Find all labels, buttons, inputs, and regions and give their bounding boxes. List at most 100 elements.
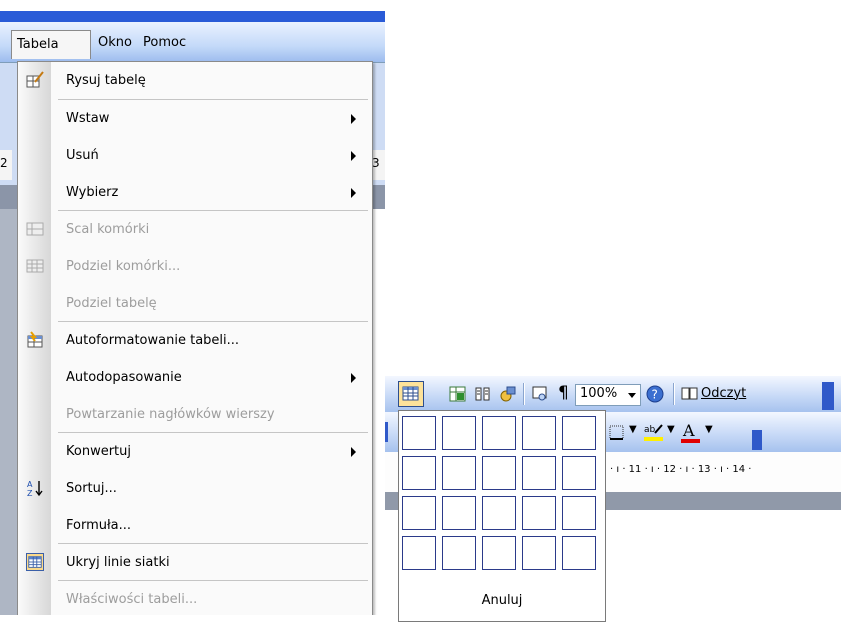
menu-pomoc[interactable]: Pomoc [138,31,191,55]
grid-cell[interactable] [562,496,596,530]
toolbar-options-icon[interactable] [752,430,762,450]
menu-item-label: Usuń [66,148,99,163]
font-color-icon[interactable]: A [680,420,702,444]
menu-bar: Tabela Okno Pomoc [0,22,385,63]
borders-icon[interactable] [607,423,627,443]
svg-text:ab: ab [644,425,656,435]
document-map-icon[interactable] [530,384,550,404]
split-cells-icon [26,259,44,273]
grid-cell[interactable] [402,536,436,570]
menu-item-scal-komorki[interactable]: Scal komórki [18,211,372,248]
menu-item-label: Formuła... [66,518,132,533]
submenu-arrow-icon [351,373,356,383]
menu-item-formula[interactable]: Formuła... [18,507,372,544]
submenu-arrow-icon [351,188,356,198]
read-layout-button[interactable]: Odczyt [701,386,746,401]
toolbar-options-icon[interactable] [822,382,834,410]
menu-item-label: Podziel komórki... [66,259,181,274]
ruler-number-right: 3 [372,156,380,170]
standard-toolbar: ¶ 100% ? Odczyt [385,376,841,413]
insert-table-icon [402,386,419,401]
menu-item-wybierz[interactable]: Wybierz [18,174,372,211]
read-layout-icon[interactable] [681,386,699,402]
svg-text:A: A [682,421,695,440]
ruler-ticks: · ı · 11 · ı · 12 · ı · 13 · ı · 14 · [610,464,752,475]
draw-table-icon [26,71,44,88]
menu-item-konwertuj[interactable]: Konwertuj [18,433,372,470]
menu-item-label: Wybierz [66,185,119,200]
cancel-button[interactable]: Anuluj [399,586,605,616]
grid-cell[interactable] [522,496,556,530]
menu-item-wstaw[interactable]: Wstaw [18,100,372,137]
toolbar-separator [523,383,525,405]
chevron-down-icon [628,393,636,398]
grid-cell[interactable] [522,536,556,570]
grid-cell[interactable] [482,496,516,530]
menu-item-label: Konwertuj [66,444,131,459]
window-left-edge [0,209,18,615]
svg-text:Z: Z [27,489,33,497]
menu-item-autodopasowanie[interactable]: Autodopasowanie [18,359,372,396]
grid-cell[interactable] [482,536,516,570]
word-window-fragment-left: 2 3 Tabela Okno Pomoc Rysuj tabelę Wstaw… [0,0,385,615]
toolbar-separator [673,383,675,405]
menu-item-label: Rysuj tabelę [66,73,146,88]
menu-item-wlasciwosci-tabeli[interactable]: Właściwości tabeli... [18,581,372,615]
menu-item-usun[interactable]: Usuń [18,137,372,174]
grid-cell[interactable] [522,456,556,490]
zoom-select[interactable]: 100% [575,384,641,406]
font-color-chevron-icon[interactable]: ▼ [705,424,713,435]
highlight-chevron-icon[interactable]: ▼ [667,424,675,435]
menu-item-podziel-tabele[interactable]: Podziel tabelę [18,285,372,322]
menu-item-podziel-komorki[interactable]: Podziel komórki... [18,248,372,285]
menu-item-label: Autoformatowanie tabeli... [66,333,240,348]
grid-cell[interactable] [482,456,516,490]
grid-cell[interactable] [522,416,556,450]
tabela-dropdown-menu: Rysuj tabelę Wstaw Usuń Wybierz Scal kom… [17,61,373,615]
menu-item-ukryj-linie-siatki[interactable]: Ukryj linie siatki [18,544,372,581]
menu-item-rysuj-tabele[interactable]: Rysuj tabelę [18,62,372,99]
submenu-arrow-icon [351,114,356,124]
insert-table-button[interactable] [398,381,424,407]
gridlines-icon [26,553,44,571]
merge-cells-icon [26,222,44,236]
menu-item-powtarzanie-naglowkow[interactable]: Powtarzanie nagłówków wierszy [18,396,372,433]
submenu-arrow-icon [351,151,356,161]
menu-item-label: Sortuj... [66,481,117,496]
menu-item-label: Scal komórki [66,222,150,237]
insert-excel-sheet-icon[interactable] [448,384,468,404]
svg-text:A: A [27,480,33,489]
grid-cell[interactable] [402,456,436,490]
borders-chevron-icon[interactable]: ▼ [629,424,637,435]
svg-text:?: ? [652,388,658,402]
grid-cell[interactable] [402,496,436,530]
ruler-number-left: 2 [0,156,8,170]
insert-table-grid-picker: Anuluj [398,410,606,622]
grid-cell[interactable] [442,416,476,450]
menu-item-label: Właściwości tabeli... [66,592,198,607]
grid-cell[interactable] [562,416,596,450]
menu-item-autoformatowanie[interactable]: Autoformatowanie tabeli... [18,322,372,359]
show-formatting-icon[interactable]: ¶ [558,383,569,403]
grid-cell[interactable] [402,416,436,450]
drawing-icon[interactable] [498,384,518,404]
submenu-arrow-icon [351,447,356,457]
menu-item-sortuj[interactable]: A Z Sortuj... [18,470,372,507]
autoformat-icon [27,331,43,348]
grid-cell[interactable] [442,456,476,490]
highlight-icon[interactable]: ab [643,421,665,443]
menu-tabela[interactable]: Tabela [11,30,91,59]
help-icon[interactable]: ? [645,384,665,404]
columns-icon[interactable] [473,384,493,404]
grid-cell[interactable] [562,456,596,490]
menu-item-label: Ukryj linie siatki [66,555,170,570]
grid-cell[interactable] [562,536,596,570]
menu-item-label: Wstaw [66,111,110,126]
grid-cell[interactable] [442,496,476,530]
grid-cell[interactable] [442,536,476,570]
menu-okno[interactable]: Okno [93,31,137,55]
zoom-value: 100% [580,386,618,401]
grid-cell[interactable] [482,416,516,450]
menu-item-label: Podziel tabelę [66,296,157,311]
sort-az-icon: A Z [27,480,43,497]
